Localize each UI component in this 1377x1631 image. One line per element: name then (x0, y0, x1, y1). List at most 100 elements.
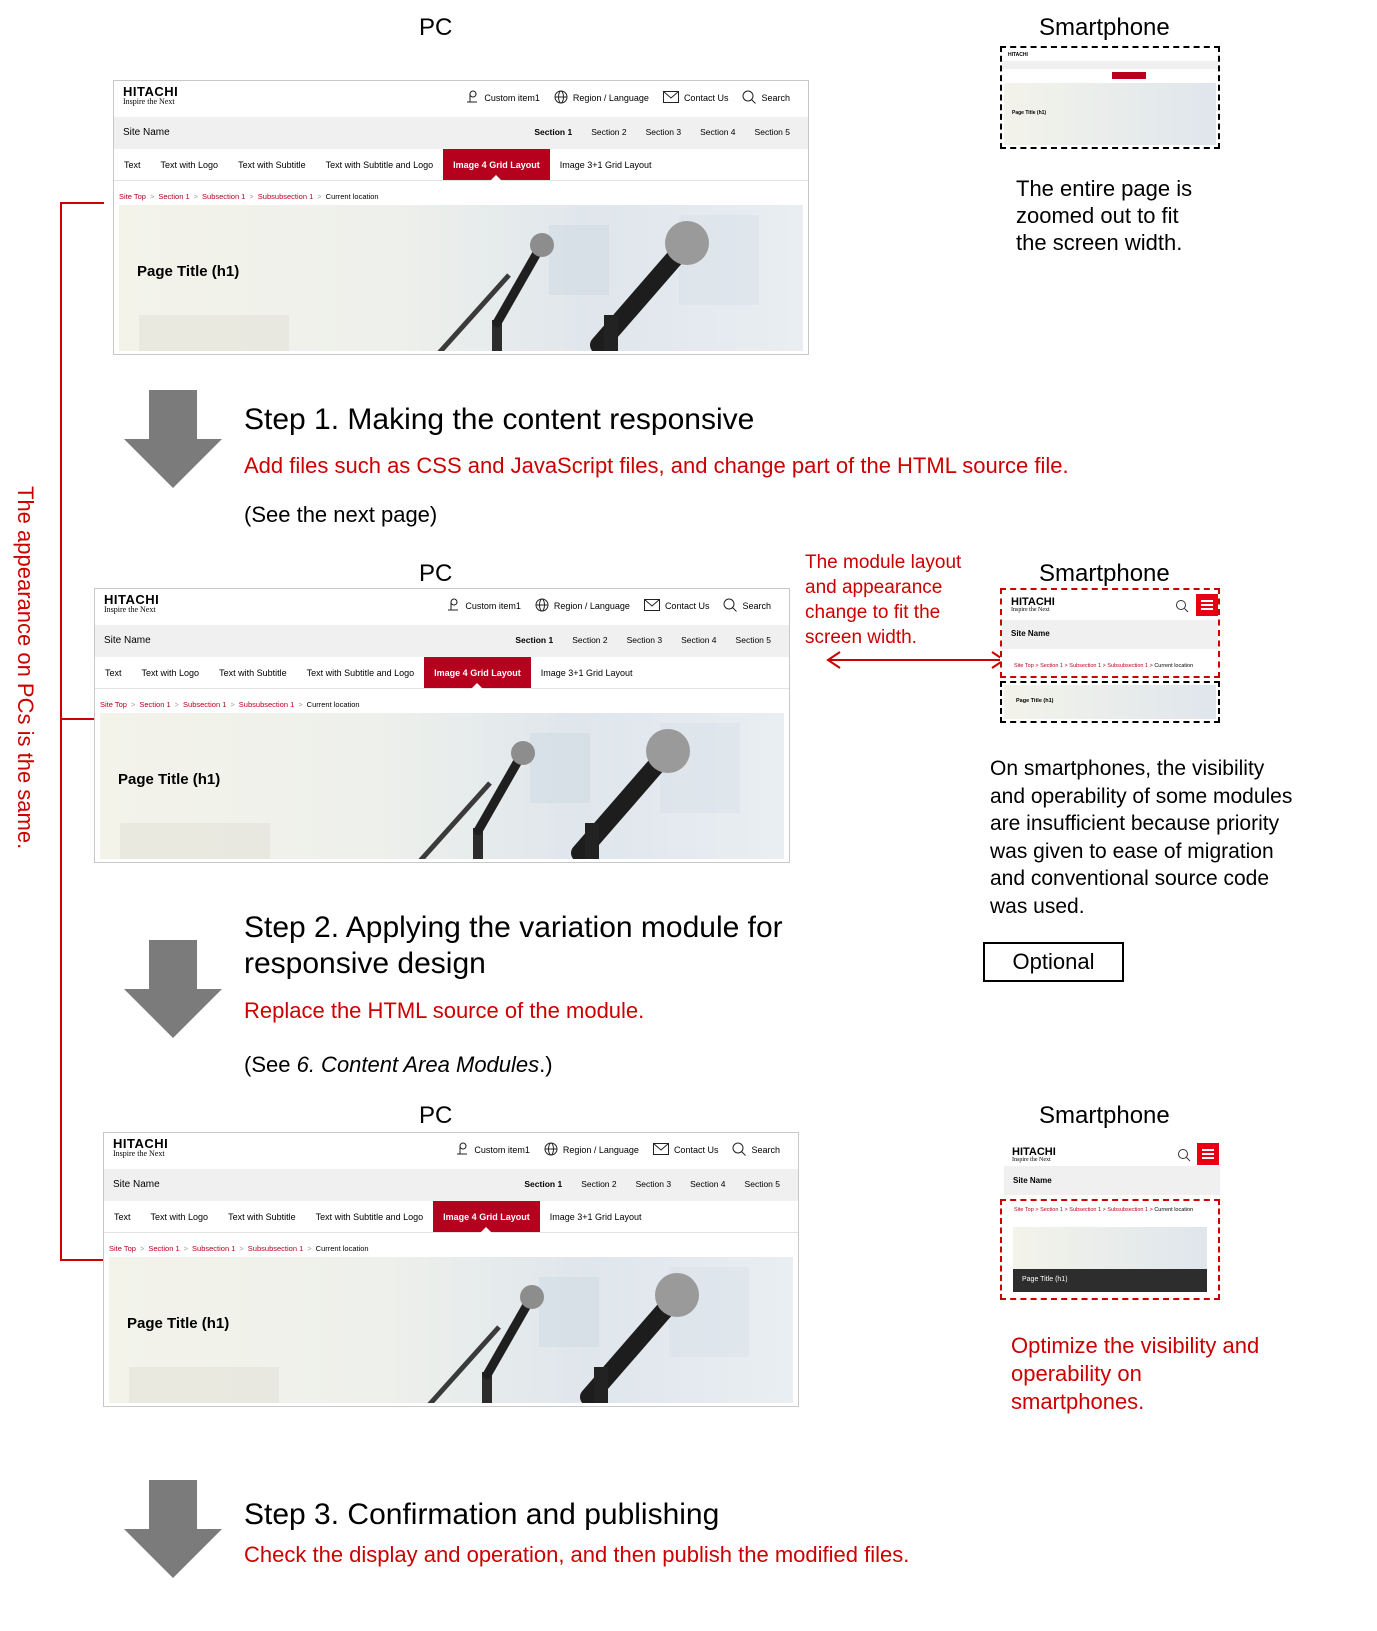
site-name[interactable]: Site Name (113, 1179, 160, 1190)
breadcrumb-link[interactable]: Subsection 1 (202, 192, 245, 201)
tab-item[interactable]: Image 4 Grid Layout (424, 657, 531, 689)
step2-ref: (See 6. Content Area Modules.) (244, 1052, 553, 1077)
bracket-tick-2 (60, 718, 96, 720)
insufficient-note: On smartphones, the visibility and opera… (990, 757, 1293, 918)
utility-label: Region / Language (553, 601, 630, 611)
section-link[interactable]: Section 2 (581, 1179, 616, 1189)
smartphone-label-3: Smartphone (1039, 1102, 1170, 1129)
tab-item[interactable]: Text (114, 149, 151, 180)
breadcrumb-link[interactable]: Section 1 (158, 192, 189, 201)
breadcrumb-link[interactable]: Site Top (109, 1244, 136, 1253)
tab-item[interactable]: Text with Logo (132, 657, 210, 688)
site-name[interactable]: Site Name (104, 635, 151, 646)
utility-item[interactable]: Custom item1 (455, 1142, 530, 1158)
section-link[interactable]: Section 3 (627, 635, 662, 645)
utility-item[interactable]: Region / Language (535, 598, 630, 614)
tab-item[interactable]: Text with Logo (151, 149, 229, 180)
tab-item[interactable]: Text with Subtitle and Logo (297, 657, 425, 688)
search-icon[interactable] (1175, 599, 1189, 613)
search-icon (742, 90, 757, 106)
section-link[interactable]: Section 5 (755, 127, 790, 137)
bracket-line (60, 202, 62, 1260)
breadcrumb-link[interactable]: Site Top (100, 700, 127, 709)
step3-desc: Check the display and operation, and the… (244, 1542, 910, 1567)
hero-image: Page Title (h1) (109, 1257, 793, 1403)
utility-nav: Custom item1 Region / Language Contact Us S… (465, 90, 790, 106)
section-link[interactable]: Section 2 (591, 127, 626, 137)
location-pin-icon (455, 1142, 469, 1158)
breadcrumb-link[interactable]: Subsubsection 1 (258, 192, 313, 201)
hitachi-logo[interactable]: HITACHI Inspire the Next (104, 593, 159, 615)
section-nav: Section 1 Section 2 Section 3 Section 4 Sect… (534, 127, 790, 137)
utility-item[interactable]: Contact Us (643, 599, 710, 613)
step3-title: Step 3. Confirmation and publishing (244, 1498, 720, 1531)
breadcrumb-link[interactable]: Site Top (119, 192, 146, 201)
utility-label: Custom item1 (465, 601, 521, 611)
tab-item[interactable]: Text with Subtitle (228, 149, 316, 180)
section-link[interactable]: Section 4 (690, 1179, 725, 1189)
utility-item[interactable]: Region / Language (554, 90, 649, 106)
utility-item[interactable]: Custom item1 (446, 598, 521, 614)
location-pin-icon (446, 598, 460, 614)
section-link[interactable]: Section 3 (636, 1179, 671, 1189)
hitachi-logo[interactable]: HITACHI Inspire the Next (113, 1137, 168, 1159)
page-title: Page Title (h1) (127, 1315, 230, 1332)
utility-label: Search (761, 93, 790, 103)
site-header: HITACHI Inspire the Next Custom item1 Regio… (114, 81, 808, 117)
globe-icon (535, 598, 549, 614)
step2-desc: Replace the HTML source of the module. (244, 998, 645, 1023)
section-link[interactable]: Section 1 (524, 1179, 562, 1189)
utility-label: Contact Us (664, 601, 710, 611)
tab-item[interactable]: Text (104, 1201, 141, 1232)
tab-item[interactable]: Image 4 Grid Layout (443, 149, 550, 181)
breadcrumb-current: Current location (315, 1244, 369, 1253)
breadcrumb-link[interactable]: Subsection 1 (183, 700, 226, 709)
hero-image: Page Title (h1) (119, 205, 803, 351)
sp-logo: HITACHI Inspire the Next (1011, 596, 1055, 614)
tab-item[interactable]: Text with Logo (141, 1201, 219, 1232)
tab-item[interactable]: Image 3+1 Grid Layout (540, 1201, 652, 1232)
tab-item[interactable]: Image 3+1 Grid Layout (531, 657, 643, 688)
section-link[interactable]: Section 2 (572, 635, 607, 645)
search-icon[interactable] (1177, 1148, 1191, 1162)
hitachi-logo[interactable]: HITACHI Inspire the Next (123, 85, 178, 107)
utility-item[interactable]: Contact Us (652, 1143, 718, 1157)
breadcrumb-link[interactable]: Section 1 (139, 700, 170, 709)
section-link[interactable]: Section 5 (736, 635, 771, 645)
optional-box: Optional (983, 942, 1124, 982)
tab-item[interactable]: Image 4 Grid Layout (433, 1201, 540, 1233)
breadcrumb-link[interactable]: Subsection 1 (192, 1244, 235, 1253)
tab-item[interactable]: Text with Subtitle (218, 1201, 306, 1232)
utility-item[interactable]: Search (723, 598, 771, 614)
section-link[interactable]: Section 4 (700, 127, 735, 137)
section-link[interactable]: Section 4 (681, 635, 716, 645)
down-arrow-3 (124, 1480, 222, 1578)
utility-item[interactable]: Search (742, 90, 790, 106)
menu-icon[interactable] (1196, 594, 1218, 616)
utility-nav: Custom item1 Region / Language Contact Us S… (446, 598, 771, 614)
pc-label-3: PC (419, 1102, 453, 1129)
breadcrumb-link[interactable]: Subsubsection 1 (239, 700, 294, 709)
tab-item[interactable]: Text with Subtitle and Logo (316, 149, 444, 180)
utility-item[interactable]: Custom item1 (465, 90, 540, 106)
tab-item[interactable]: Text with Subtitle and Logo (306, 1201, 434, 1232)
globe-icon (554, 90, 568, 106)
tab-item[interactable]: Text with Subtitle (209, 657, 297, 688)
breadcrumb-link[interactable]: Subsubsection 1 (248, 1244, 303, 1253)
section-link[interactable]: Section 1 (515, 635, 553, 645)
site-name[interactable]: Site Name (123, 127, 170, 138)
section-link[interactable]: Section 1 (534, 127, 572, 137)
tab-item[interactable]: Text (95, 657, 132, 688)
section-link[interactable]: Section 5 (745, 1179, 780, 1189)
utility-nav: Custom item1 Region / Language Contact Us S… (455, 1142, 780, 1158)
utility-item[interactable]: Search (732, 1142, 780, 1158)
tab-item[interactable]: Image 3+1 Grid Layout (550, 149, 662, 180)
breadcrumb-current: Current location (306, 700, 360, 709)
utility-item[interactable]: Region / Language (544, 1142, 639, 1158)
utility-item[interactable]: Contact Us (662, 91, 728, 105)
menu-icon[interactable] (1197, 1143, 1219, 1165)
section-link[interactable]: Section 3 (646, 127, 681, 137)
breadcrumb-link[interactable]: Section 1 (148, 1244, 179, 1253)
down-arrow-2 (124, 940, 222, 1038)
pc-mockup-2: HITACHI Inspire the Next Custom item1 Regio… (94, 588, 790, 863)
